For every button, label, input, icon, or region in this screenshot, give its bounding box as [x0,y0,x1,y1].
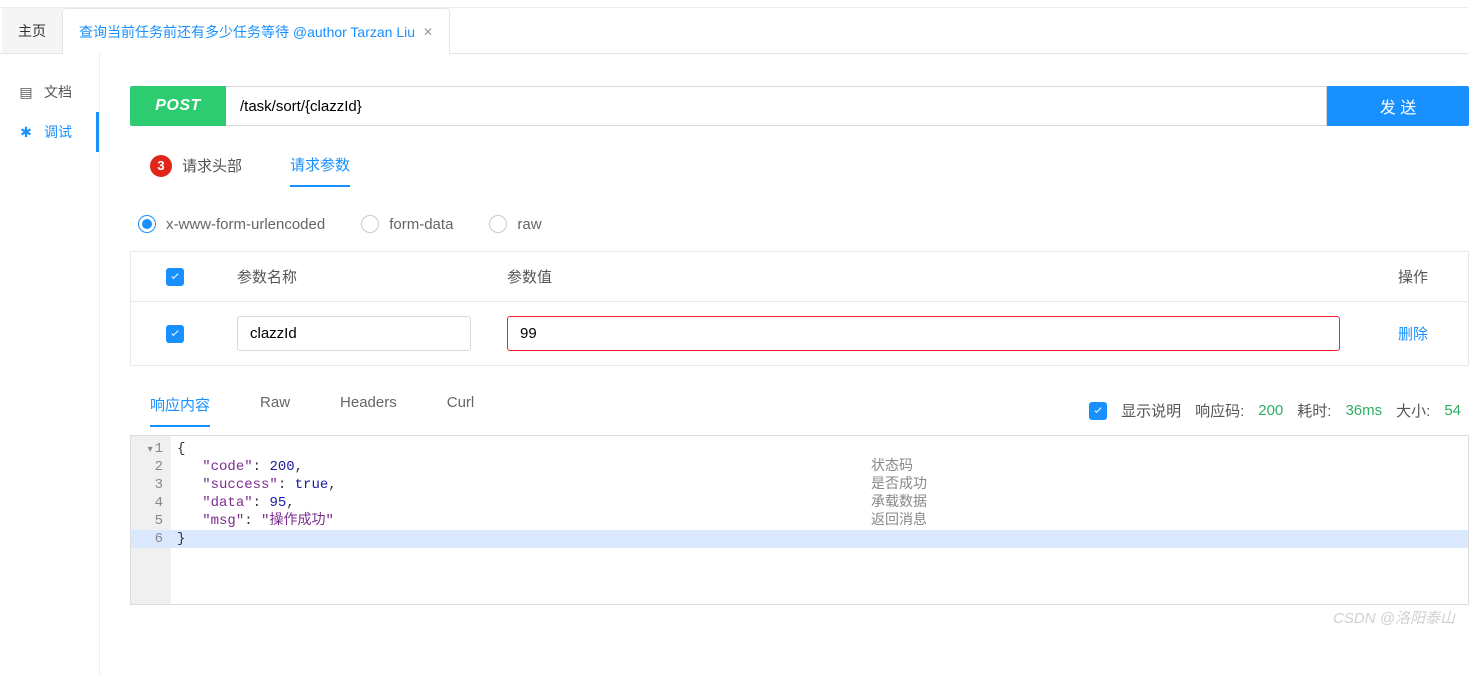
line-gutter: ▾1 2 3 4 5 6 [131,436,171,604]
sidebar: ▤ 文档 ✱ 调试 [0,54,100,674]
response-editor: ▾1 2 3 4 5 6 { "code": 200, "success": t… [130,435,1469,605]
sidebar-item-docs[interactable]: ▤ 文档 [0,72,99,112]
param-name-input[interactable] [237,316,471,351]
body-type-formdata[interactable]: form-data [361,215,453,233]
radio-icon [489,215,507,233]
tab-response-curl[interactable]: Curl [447,394,475,427]
tab-response-raw[interactable]: Raw [260,394,290,427]
th-op: 操作 [1358,252,1468,301]
params-table: 参数名称 参数值 操作 删除 [130,251,1469,366]
resp-size-value: 54 [1444,402,1461,419]
delete-row-button[interactable]: 删除 [1398,326,1428,343]
bug-icon: ✱ [18,124,34,141]
radio-checked-icon [138,215,156,233]
tab-bar: 主页 查询当前任务前还有多少任务等待 @author Tarzan Liu ✕ [0,8,1469,54]
tab-response-headers[interactable]: Headers [340,394,397,427]
tab-response-content[interactable]: 响应内容 [150,394,210,427]
checkbox-row[interactable] [166,325,184,343]
resp-code-value: 200 [1258,402,1283,419]
resp-code-label: 响应码: [1195,400,1244,421]
close-icon[interactable]: ✕ [423,25,433,39]
send-button[interactable]: 发 送 [1327,86,1469,126]
show-desc-checkbox[interactable] [1089,402,1107,420]
tab-request-headers[interactable]: 3 请求头部 [150,154,242,187]
tab-home[interactable]: 主页 [2,8,62,53]
http-method[interactable]: POST [130,86,226,126]
body-type-urlencoded[interactable]: x-www-form-urlencoded [138,215,325,233]
url-input[interactable] [226,86,1327,126]
body-type-raw[interactable]: raw [489,215,541,233]
show-desc-label: 显示说明 [1121,400,1181,421]
resp-time-label: 耗时: [1297,400,1331,421]
th-value: 参数值 [489,252,1358,301]
document-icon: ▤ [18,84,34,101]
param-value-input[interactable] [507,316,1340,351]
th-name: 参数名称 [219,252,489,301]
tab-label: 查询当前任务前还有多少任务等待 @author Tarzan Liu [79,22,415,42]
table-row: 删除 [131,301,1468,365]
radio-icon [361,215,379,233]
code-area[interactable]: { "code": 200, "success": true, "data": … [171,436,1468,604]
resp-time-value: 36ms [1345,402,1382,419]
tab-request-params[interactable]: 请求参数 [290,154,350,187]
sidebar-item-debug[interactable]: ✱ 调试 [0,112,99,152]
resp-size-label: 大小: [1396,400,1430,421]
header-count-badge: 3 [150,155,172,177]
tab-active[interactable]: 查询当前任务前还有多少任务等待 @author Tarzan Liu ✕ [62,8,450,54]
checkbox-all[interactable] [166,268,184,286]
